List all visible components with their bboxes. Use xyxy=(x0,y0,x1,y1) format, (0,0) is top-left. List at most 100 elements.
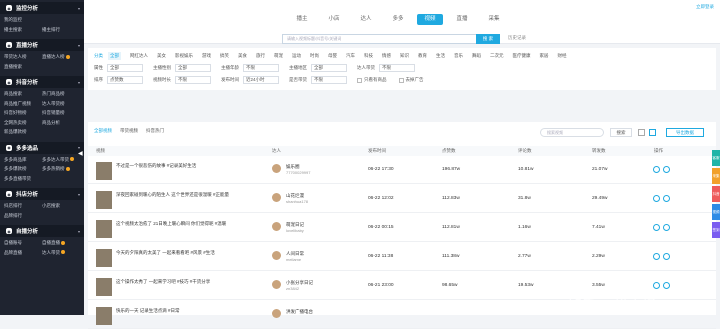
sidebar-item[interactable]: 多多达人带货 xyxy=(42,156,80,165)
category-item[interactable]: 家居 xyxy=(540,52,549,60)
avatar[interactable] xyxy=(272,164,281,173)
category-item[interactable]: 舞蹈 xyxy=(472,52,481,60)
sidebar-section-4[interactable]: ◉ 自播分析 ▾ xyxy=(0,225,84,237)
avatar[interactable] xyxy=(272,222,281,231)
category-item[interactable]: 教育 xyxy=(418,52,427,60)
category-item[interactable]: 音乐 xyxy=(454,52,463,60)
sidebar-item[interactable]: 抖音销量榜 xyxy=(42,109,80,118)
sidebar-item[interactable]: 达人带货 xyxy=(42,249,80,258)
sidebar-section-monitor[interactable]: ◉ 监控分析 ▾ xyxy=(0,2,84,14)
filter-select[interactable]: 全部 xyxy=(311,64,347,72)
sidebar-item[interactable]: 抖店排行 xyxy=(4,202,42,211)
sidebar-item[interactable]: 带货达人榜 xyxy=(4,53,42,62)
category-item[interactable]: 美女 xyxy=(157,52,166,60)
filter-checkbox[interactable]: 只看有商品 xyxy=(357,77,387,83)
collapse-arrow-icon[interactable]: ◀ xyxy=(78,150,83,157)
sidebar-item[interactable]: 品牌排行 xyxy=(4,212,42,221)
grid-view-icon[interactable] xyxy=(638,129,645,136)
category-item[interactable]: 萌宠 xyxy=(274,52,283,60)
sidebar-item[interactable]: 全网热卖榜 xyxy=(4,119,42,128)
play-icon[interactable] xyxy=(663,195,670,202)
sidebar-item[interactable]: 自播直播 xyxy=(42,239,80,248)
sidebar-item[interactable]: 多多爆款榜 xyxy=(4,165,42,174)
filter-select[interactable]: 点赞数 xyxy=(107,76,143,84)
avatar[interactable] xyxy=(272,251,281,260)
history-link[interactable]: 历史记录 xyxy=(508,35,526,41)
tab-3[interactable]: 多多 xyxy=(385,14,411,25)
detail-icon[interactable] xyxy=(653,195,660,202)
sidebar-item[interactable]: 多多热销榜 xyxy=(42,165,80,174)
sidebar-item[interactable]: 直播搜索 xyxy=(4,63,42,72)
video-thumbnail[interactable] xyxy=(96,278,112,296)
video-thumbnail[interactable] xyxy=(96,249,112,267)
filter-select[interactable]: 全部 xyxy=(107,64,143,72)
result-subtab[interactable]: 带货视频 xyxy=(120,128,138,134)
user-name[interactable]: 洪发广播电台 xyxy=(286,309,313,315)
table-row[interactable]: 不过是一个很悲伤的故事 #记录美好生活 娱乐圈 77700029997 06-22 1… xyxy=(88,158,716,184)
category-item[interactable]: 影视娱乐 xyxy=(175,52,193,60)
category-item[interactable]: 游戏 xyxy=(202,52,211,60)
sidebar-item[interactable]: 商品分析 xyxy=(42,119,80,128)
sidebar-section-1[interactable]: ◉ 抖音分析 ▾ xyxy=(0,76,84,88)
avatar[interactable] xyxy=(272,193,281,202)
category-item[interactable]: 生活 xyxy=(436,52,445,60)
right-tab[interactable]: 签到 xyxy=(712,222,720,238)
sidebar-item[interactable]: 播主搜索 xyxy=(4,26,42,35)
search-button[interactable]: 搜 索 xyxy=(476,34,500,44)
detail-icon[interactable] xyxy=(653,282,660,289)
tab-4[interactable]: 视频 xyxy=(417,14,443,25)
sidebar-section-0[interactable]: ◉ 直播分析 ▾ xyxy=(0,39,84,51)
video-thumbnail[interactable] xyxy=(96,220,112,238)
video-title[interactable]: 这个视频太治愈了 21日晚上暖心瞬间 你们觉得呢 #温暖 xyxy=(116,221,248,227)
video-title[interactable]: 这个操作太秀了 一起来学习吧 #技巧 #干货分享 xyxy=(116,279,248,285)
table-row[interactable]: 深夜回家碰到暖心的陌生人 这个世界还是很温暖 #正能量 山花烂漫 shanhua17… xyxy=(88,187,716,213)
tab-2[interactable]: 达人 xyxy=(353,14,379,25)
result-subtab[interactable]: 全部视频 xyxy=(94,128,112,134)
category-item[interactable]: 运动 xyxy=(292,52,301,60)
category-item[interactable]: 美食 xyxy=(238,52,247,60)
play-icon[interactable] xyxy=(663,224,670,231)
category-item[interactable]: 汽车 xyxy=(346,52,355,60)
sidebar-item[interactable]: 商品推广视频 xyxy=(4,100,42,109)
sidebar-item[interactable]: 直播达人榜 xyxy=(42,53,80,62)
sidebar-item[interactable]: 品牌直播 xyxy=(4,249,42,258)
video-title[interactable]: 不过是一个很悲伤的故事 #记录美好生活 xyxy=(116,163,248,169)
sidebar-item[interactable]: 商品搜索 xyxy=(4,90,42,99)
sidebar-item[interactable]: 新品爆款榜 xyxy=(4,128,42,137)
category-item[interactable]: 科技 xyxy=(364,52,373,60)
sidebar-item[interactable]: 播主排行 xyxy=(42,26,80,35)
filter-select[interactable]: 近24小时 xyxy=(243,76,279,84)
filter-select[interactable]: 全部 xyxy=(175,64,211,72)
checkbox-icon[interactable] xyxy=(357,77,362,83)
play-icon[interactable] xyxy=(663,282,670,289)
login-link[interactable]: 立即登录 xyxy=(696,4,714,10)
right-tab[interactable]: 视频 xyxy=(712,204,720,220)
sidebar-item[interactable] xyxy=(42,63,80,72)
video-title[interactable]: 深夜回家碰到暖心的陌生人 这个世界还是很温暖 #正能量 xyxy=(116,192,248,198)
video-title[interactable]: 今天的夕阳真的太美了 一起来看看吧 #风景 #生活 xyxy=(116,250,248,256)
category-item[interactable]: 医疗健康 xyxy=(513,52,531,60)
filter-select[interactable]: 不限 xyxy=(379,64,415,72)
filter-checkbox[interactable]: 去掉广告 xyxy=(398,77,424,83)
category-item[interactable]: 网红达人 xyxy=(130,52,148,60)
table-row[interactable]: 今天的夕阳真的太美了 一起来看看吧 #风景 #生活 人间日常 meilame 06-2… xyxy=(88,245,716,271)
video-thumbnail[interactable] xyxy=(96,191,112,209)
sidebar-item[interactable]: 多多商品库 xyxy=(4,156,42,165)
checkbox-icon[interactable] xyxy=(398,77,404,83)
tab-5[interactable]: 直播 xyxy=(449,14,475,25)
sidebar-item[interactable]: 达人带货榜 xyxy=(42,100,80,109)
category-item[interactable]: 旅行 xyxy=(256,52,265,60)
detail-icon[interactable] xyxy=(653,224,660,231)
video-title[interactable]: 快乐的一天 记录生活点滴 #日常 xyxy=(116,308,248,314)
avatar[interactable] xyxy=(272,280,281,289)
detail-icon[interactable] xyxy=(653,253,660,260)
video-thumbnail[interactable] xyxy=(96,162,112,180)
sidebar-item[interactable] xyxy=(42,212,80,221)
category-item[interactable]: 时尚 xyxy=(310,52,319,60)
result-search-input[interactable]: 搜索视频 xyxy=(540,128,604,137)
avatar[interactable] xyxy=(272,309,281,318)
list-view-icon[interactable] xyxy=(649,129,656,136)
tab-0[interactable]: 播主 xyxy=(289,14,315,25)
filter-select[interactable]: 不限 xyxy=(311,76,347,84)
category-item[interactable]: 情感 xyxy=(382,52,391,60)
